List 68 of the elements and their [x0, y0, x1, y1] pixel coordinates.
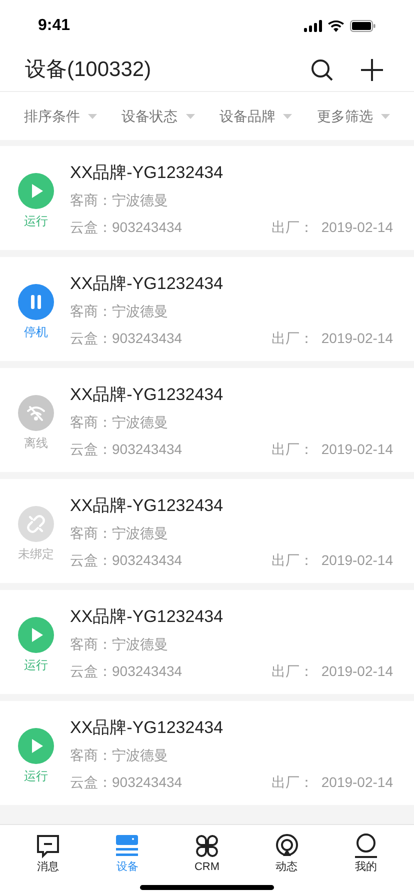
status-label: 运行	[24, 768, 48, 785]
device-card[interactable]: 停机 XX品牌-YG1232434 客商：宁波德曼 云盒：903243434 出厂： 2019-02-14	[0, 257, 414, 361]
device-card[interactable]: 运行 XX品牌-YG1232434 客商：宁波德曼 云盒：903243434 出厂： 2019-02-14	[0, 590, 414, 694]
factory-date: 2019-02-14	[321, 773, 393, 792]
search-button[interactable]	[310, 58, 334, 82]
dealer-text: 客商：宁波德曼	[70, 191, 169, 210]
tab-bar-item[interactable]: CRM	[176, 833, 237, 876]
signal-icon	[304, 20, 322, 32]
filter-dropdown[interactable]: 设备状态	[122, 106, 195, 126]
device-icon	[114, 833, 140, 859]
cloud-box-text: 云盒：903243434	[70, 662, 182, 681]
plus-icon	[360, 58, 384, 82]
battery-icon	[350, 20, 376, 32]
factory-label: 出厂：	[271, 662, 314, 681]
device-card[interactable]: 运行 XX品牌-YG1232434 客商：宁波德曼 云盒：903243434 出厂： 2019-02-14	[0, 701, 414, 805]
cloud-box-text: 云盒：903243434	[70, 218, 182, 237]
device-name: XX品牌-YG1232434	[70, 495, 224, 517]
caret-icon	[380, 114, 390, 118]
four-petal-icon	[194, 833, 220, 859]
message-icon	[34, 833, 61, 859]
status-label: 未绑定	[18, 546, 54, 563]
factory-label: 出厂：	[271, 773, 314, 792]
device-name: XX品牌-YG1232434	[70, 606, 224, 628]
factory-label: 出厂：	[271, 440, 314, 459]
factory-date: 2019-02-14	[321, 218, 393, 237]
factory-date: 2019-02-14	[321, 329, 393, 348]
filter-dropdown[interactable]: 更多筛选	[316, 106, 390, 126]
wifi-icon	[328, 20, 344, 32]
dealer-text: 客商：宁波德曼	[70, 524, 169, 543]
status-label: 运行	[24, 213, 48, 230]
device-name: XX品牌-YG1232434	[70, 162, 224, 184]
page-title: 设备(100332)	[25, 56, 152, 83]
factory-label: 出厂：	[271, 329, 314, 348]
status-label: 运行	[24, 657, 48, 674]
device-card[interactable]: 运行 XX品牌-YG1232434 客商：宁波德曼 云盒：903243434 出厂： 2019-02-14	[0, 146, 414, 250]
status-time: 9:41	[38, 16, 70, 36]
device-name: XX品牌-YG1232434	[70, 717, 224, 739]
search-icon	[310, 58, 334, 82]
caret-icon	[283, 114, 292, 118]
device-name: XX品牌-YG1232434	[70, 384, 224, 406]
dealer-text: 客商：宁波德曼	[70, 746, 169, 765]
factory-date: 2019-02-14	[321, 440, 393, 459]
caret-icon	[88, 114, 97, 118]
cloud-box-text: 云盒：903243434	[70, 440, 182, 459]
target-icon	[274, 833, 300, 859]
tab-bar-item[interactable]: 动态	[256, 833, 317, 876]
tab-bar-item[interactable]: 消息	[18, 833, 78, 876]
filter-dropdown[interactable]: 排序条件	[24, 106, 97, 126]
device-card[interactable]: 离线 XX品牌-YG1232434 客商：宁波德曼 云盒：903243434 出厂： 2019-02-14	[0, 368, 414, 472]
factory-label: 出厂：	[271, 551, 314, 570]
cloud-box-text: 云盒：903243434	[70, 773, 182, 792]
tab-bar-item[interactable]: 我的	[336, 833, 396, 876]
factory-date: 2019-02-14	[321, 662, 393, 681]
cloud-box-text: 云盒：903243434	[70, 329, 182, 348]
device-card[interactable]: 未绑定 XX品牌-YG1232434 客商：宁波德曼 云盒：903243434 出厂： 2019-02-14	[0, 479, 414, 583]
dealer-text: 客商：宁波德曼	[70, 302, 169, 321]
cloud-box-text: 云盒：903243434	[70, 551, 182, 570]
dealer-text: 客商：宁波德曼	[70, 635, 169, 654]
status-label: 停机	[24, 324, 48, 341]
status-label: 离线	[24, 435, 48, 452]
person-icon	[353, 833, 380, 859]
filter-dropdown[interactable]: 设备品牌	[219, 106, 292, 126]
dealer-text: 客商：宁波德曼	[70, 413, 169, 432]
factory-label: 出厂：	[271, 218, 314, 237]
add-button[interactable]	[360, 58, 384, 82]
caret-icon	[186, 114, 195, 118]
device-name: XX品牌-YG1232434	[70, 273, 224, 295]
factory-date: 2019-02-14	[321, 551, 393, 570]
